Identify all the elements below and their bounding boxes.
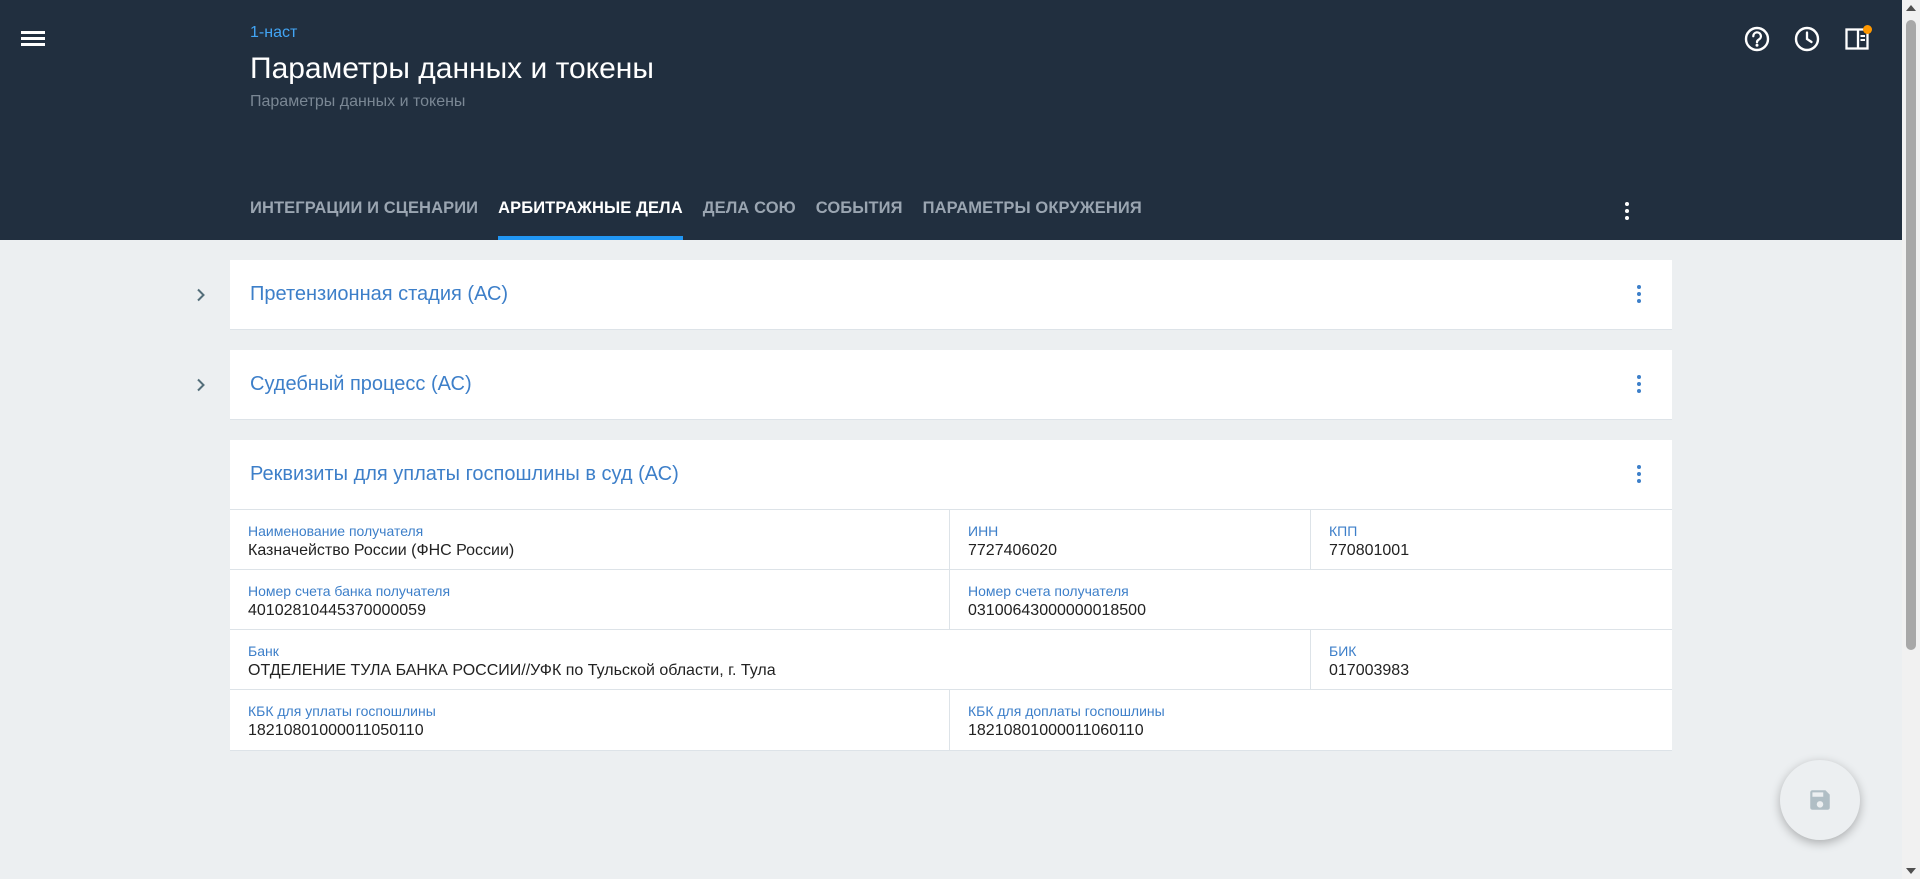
panel-header[interactable]: Претензионная стадия (АС): [230, 260, 1672, 329]
field-recipient-account[interactable]: Номер счета получателя 03100643000000018…: [950, 570, 1672, 629]
tab-general-court-cases[interactable]: ДЕЛА СОЮ: [703, 185, 796, 240]
tab-bar: ИНТЕГРАЦИИ И СЦЕНАРИИ АРБИТРАЖНЫЕ ДЕЛА Д…: [250, 185, 1162, 240]
tab-integrations[interactable]: ИНТЕГРАЦИИ И СЦЕНАРИИ: [250, 185, 478, 240]
field-bank-account[interactable]: Номер счета банка получателя 40102810445…: [230, 570, 950, 629]
tabs-more-icon[interactable]: [1612, 196, 1642, 226]
field-kbk-extra[interactable]: КБК для доплаты госпошлины 1821080100001…: [950, 690, 1672, 750]
field-kbk-pay[interactable]: КБК для уплаты госпошлины 18210801000011…: [230, 690, 950, 750]
field-kpp[interactable]: КПП 770801001: [1311, 510, 1672, 569]
panel-more-icon[interactable]: [1624, 279, 1654, 309]
panel-state-fee-details: Реквизиты для уплаты госпошлины в суд (А…: [230, 440, 1672, 751]
scrollbar-thumb[interactable]: [1906, 20, 1916, 650]
panel-icon[interactable]: [1840, 22, 1874, 56]
grid-row: КБК для уплаты госпошлины 18210801000011…: [230, 690, 1672, 750]
breadcrumb[interactable]: 1-наст: [250, 24, 297, 42]
grid-row: Наименование получателя Казначейство Рос…: [230, 510, 1672, 570]
panel-header[interactable]: Реквизиты для уплаты госпошлины в суд (А…: [230, 440, 1672, 509]
notification-badge: [1863, 25, 1872, 34]
panel-more-icon[interactable]: [1624, 369, 1654, 399]
expand-chevron-icon[interactable]: [188, 372, 214, 398]
scroll-down-arrow-icon[interactable]: [1906, 868, 1916, 874]
scrollbar[interactable]: [1902, 0, 1920, 879]
field-bank[interactable]: Банк ОТДЕЛЕНИЕ ТУЛА БАНКА РОССИИ//УФК по…: [230, 630, 1311, 689]
panel-header[interactable]: Судебный процесс (АС): [230, 350, 1672, 419]
fee-details-grid: Наименование получателя Казначейство Рос…: [230, 509, 1672, 750]
scroll-up-arrow-icon[interactable]: [1906, 5, 1916, 11]
panel-pretrial-stage: Претензионная стадия (АС): [230, 260, 1672, 330]
help-icon[interactable]: [1740, 22, 1774, 56]
expand-chevron-icon[interactable]: [188, 282, 214, 308]
tab-environment-params[interactable]: ПАРАМЕТРЫ ОКРУЖЕНИЯ: [923, 185, 1142, 240]
field-inn[interactable]: ИНН 7727406020: [950, 510, 1311, 569]
panel-court-process: Судебный процесс (АС): [230, 350, 1672, 420]
grid-row: Банк ОТДЕЛЕНИЕ ТУЛА БАНКА РОССИИ//УФК по…: [230, 630, 1672, 690]
app-header: 1-наст Параметры данных и токены Парамет…: [0, 0, 1902, 240]
page-subtitle: Параметры данных и токены: [250, 93, 466, 110]
header-actions: [1740, 22, 1874, 56]
page-title: Параметры данных и токены: [250, 52, 654, 85]
save-button[interactable]: [1780, 760, 1860, 840]
panel-title: Судебный процесс (АС): [250, 373, 472, 395]
panel-more-icon[interactable]: [1624, 459, 1654, 489]
grid-row: Номер счета банка получателя 40102810445…: [230, 570, 1672, 630]
hamburger-menu-icon[interactable]: [14, 24, 52, 54]
tab-events[interactable]: СОБЫТИЯ: [816, 185, 903, 240]
panel-title: Реквизиты для уплаты госпошлины в суд (А…: [250, 463, 679, 485]
field-bik[interactable]: БИК 017003983: [1311, 630, 1672, 689]
panel-title: Претензионная стадия (АС): [250, 283, 509, 305]
tab-arbitration-cases[interactable]: АРБИТРАЖНЫЕ ДЕЛА: [498, 185, 683, 240]
field-recipient-name[interactable]: Наименование получателя Казначейство Рос…: [230, 510, 950, 569]
save-icon: [1810, 790, 1830, 810]
history-icon[interactable]: [1790, 22, 1824, 56]
